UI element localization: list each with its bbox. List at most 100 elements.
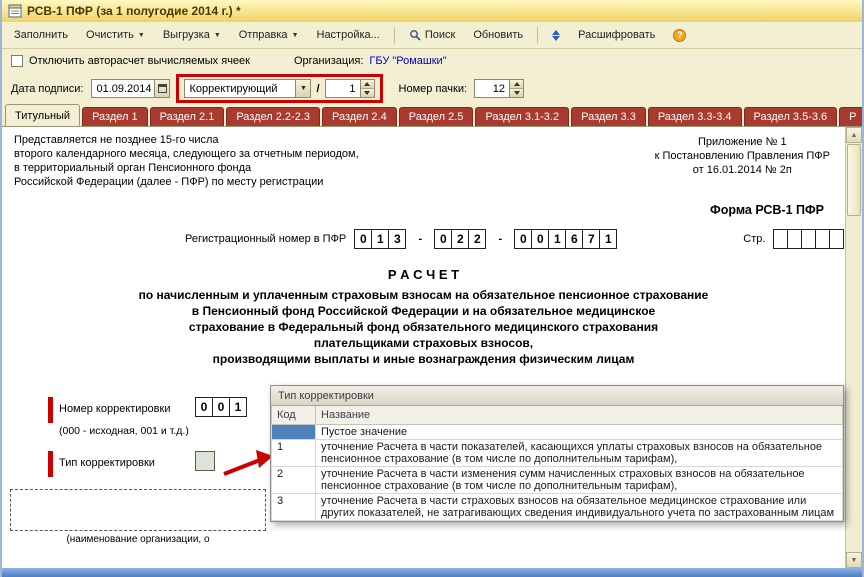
- refresh-button[interactable]: Обновить: [465, 24, 531, 46]
- reg-digit-cell[interactable]: 6: [565, 229, 584, 249]
- settings-button[interactable]: Настройка...: [309, 24, 388, 46]
- reg-digit-cell[interactable]: 1: [548, 229, 567, 249]
- reg-digit-cell[interactable]: 0: [434, 229, 453, 249]
- correction-number-value: 1: [349, 82, 356, 95]
- table-row[interactable]: Пустое значение: [271, 423, 843, 440]
- calculation-subtitle: по начисленным и уплаченным страховым вз…: [138, 288, 709, 366]
- tab-razdel-2-5[interactable]: Раздел 2.5: [398, 107, 474, 126]
- tab-titulniy[interactable]: Титульный: [5, 104, 81, 126]
- scroll-down-icon[interactable]: ▼: [846, 552, 862, 568]
- correction-type-table: Код Название Пустое значение 1 уточнение…: [271, 406, 843, 521]
- reg-digit-cell[interactable]: 2: [451, 229, 470, 249]
- reg-digit-cell[interactable]: 0: [531, 229, 550, 249]
- window-titlebar: РСВ-1 ПФР (за 1 полугодие 2014 г.) *: [2, 0, 862, 22]
- tab-razdel-3-3-3-4[interactable]: Раздел 3.3-3.4: [647, 107, 742, 126]
- send-button[interactable]: Отправка ▼: [231, 24, 307, 46]
- tab-razdel-3-3[interactable]: Раздел 3.3: [571, 107, 646, 126]
- organization-link[interactable]: ГБУ "Ромашки": [369, 55, 446, 67]
- table-row[interactable]: 1 уточнение Расчета в части показателей,…: [271, 438, 843, 467]
- chevron-down-icon[interactable]: ▼: [295, 80, 311, 97]
- table-row[interactable]: 3 уточнение Расчета в части страховых вз…: [271, 492, 843, 521]
- popup-titlebar[interactable]: Тип корректировки: [271, 386, 843, 406]
- reg-digit-cell[interactable]: 0: [354, 229, 373, 249]
- fill-button-label: Заполнить: [14, 29, 69, 41]
- page-cell: [815, 229, 831, 249]
- tab-razdel-2-2-2-3[interactable]: Раздел 2.2-2.3: [226, 107, 320, 126]
- search-button[interactable]: Поиск: [401, 24, 463, 46]
- cell-code[interactable]: [271, 423, 316, 440]
- annotation-red-bar: [48, 451, 53, 477]
- correction-number-cells: 0 0 1: [195, 397, 247, 417]
- table-row[interactable]: 2 уточнение Расчета в части изменения су…: [271, 465, 843, 494]
- decipher-button-label: Расшифровать: [578, 29, 656, 41]
- cell-code[interactable]: 3: [271, 492, 316, 521]
- cell-name[interactable]: уточнение Расчета в части страховых взно…: [315, 492, 843, 521]
- tab-razdel-1[interactable]: Раздел 1: [82, 107, 148, 126]
- reg-digit-cell[interactable]: 2: [468, 229, 487, 249]
- spin-up-icon[interactable]: [360, 80, 374, 89]
- signature-date-row: Дата подписи: 01.09.2014 Корректирующий …: [2, 73, 862, 104]
- app-window: РСВ-1 ПФР (за 1 полугодие 2014 г.) * Зап…: [0, 0, 864, 577]
- correction-type-value: Корректирующий: [189, 82, 278, 95]
- help-button[interactable]: ?: [665, 24, 694, 47]
- settings-button-label: Настройка...: [316, 29, 380, 41]
- corr-digit-cell[interactable]: 1: [229, 397, 247, 417]
- decipher-button[interactable]: Расшифровать: [570, 24, 663, 46]
- chevron-down-icon: ▼: [291, 31, 299, 39]
- reg-number-group-1: 0 1 3: [354, 229, 407, 249]
- cell-name[interactable]: уточнение Расчета в части изменения сумм…: [315, 465, 843, 494]
- exchange-button[interactable]: [544, 25, 568, 46]
- spin-down-icon[interactable]: [510, 89, 524, 97]
- column-header-name[interactable]: Название: [315, 406, 843, 425]
- correction-type-popup: Тип корректировки Код Название Пустое зн…: [270, 385, 844, 522]
- annotation-arrow: [223, 450, 273, 476]
- correction-number-stepper[interactable]: 1: [324, 79, 375, 98]
- spin-up-icon[interactable]: [510, 80, 524, 89]
- pack-number-stepper[interactable]: 12: [474, 79, 525, 98]
- clear-button[interactable]: Очистить ▼: [78, 24, 153, 46]
- reg-number-group-3: 0 0 1 6 7 1: [514, 229, 618, 249]
- tab-razdel-2-4[interactable]: Раздел 2.4: [322, 107, 397, 126]
- reg-digit-cell[interactable]: 3: [388, 229, 407, 249]
- tab-razdel-3-5-3-6[interactable]: Раздел 3.5-3.6: [743, 107, 838, 126]
- reg-digit-cell[interactable]: 1: [599, 229, 618, 249]
- reg-digit-cell[interactable]: 1: [371, 229, 390, 249]
- autocalc-checkbox[interactable]: [11, 55, 23, 67]
- correction-number-hint: (000 - исходная, 001 и т.д.): [59, 425, 189, 437]
- form-name: Форма РСВ-1 ПФР: [710, 203, 824, 217]
- tab-razdel-3-1-3-2[interactable]: Раздел 3.1-3.2: [475, 107, 570, 126]
- vertical-scrollbar[interactable]: ▲ ▼: [845, 127, 862, 568]
- reg-digit-cell[interactable]: 0: [514, 229, 533, 249]
- reg-digit-cell[interactable]: 7: [582, 229, 601, 249]
- correction-type-select[interactable]: Корректирующий ▼: [184, 79, 312, 98]
- calendar-icon[interactable]: [154, 80, 170, 97]
- clear-button-label: Очистить: [86, 29, 134, 41]
- tab-partial[interactable]: Р: [839, 107, 862, 126]
- cell-name[interactable]: Пустое значение: [315, 423, 843, 440]
- corr-digit-cell[interactable]: 0: [195, 397, 213, 417]
- column-header-code[interactable]: Код: [271, 406, 316, 425]
- toolbar-separator: [393, 26, 395, 44]
- scrollbar-thumb[interactable]: [847, 144, 861, 216]
- tab-razdel-2-1[interactable]: Раздел 2.1: [149, 107, 225, 126]
- annotation-highlight-box: Корректирующий ▼ / 1: [176, 74, 383, 103]
- cell-name[interactable]: уточнение Расчета в части показателей, к…: [315, 438, 843, 467]
- registration-number-label: Регистрационный номер в ПФР: [185, 233, 347, 245]
- dash-separator: -: [418, 233, 423, 245]
- signature-date-input[interactable]: 01.09.2014: [91, 79, 171, 98]
- correction-type-field[interactable]: [195, 451, 215, 471]
- cell-code[interactable]: 2: [271, 465, 316, 494]
- corr-digit-cell[interactable]: 0: [212, 397, 230, 417]
- scroll-up-icon[interactable]: ▲: [846, 127, 862, 143]
- options-row: Отключить авторасчет вычисляемых ячеек О…: [2, 49, 862, 73]
- organization-name-field[interactable]: [10, 489, 266, 531]
- spin-down-icon[interactable]: [360, 89, 374, 97]
- cell-code[interactable]: 1: [271, 438, 316, 467]
- unload-button[interactable]: Выгрузка ▼: [155, 24, 229, 46]
- appendix-note: Приложение № 1 к Постановлению Правления…: [654, 136, 830, 176]
- correction-type-label: Тип корректировки: [59, 457, 155, 469]
- dash-separator: -: [498, 233, 503, 245]
- fill-button[interactable]: Заполнить: [6, 24, 76, 46]
- organization-label: Организация:: [293, 55, 364, 67]
- signature-date-value: 01.09.2014: [96, 82, 152, 95]
